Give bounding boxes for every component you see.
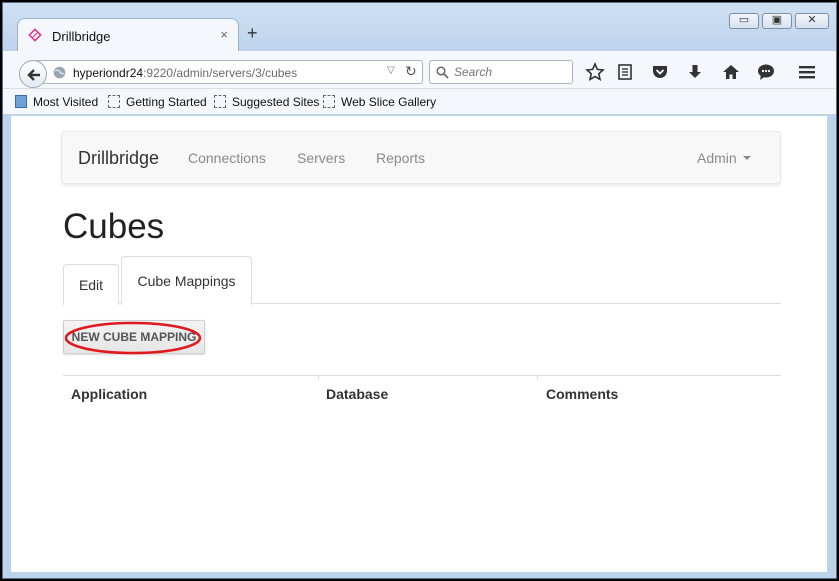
home-icon[interactable] xyxy=(721,62,741,82)
page-content: Drillbridge Connections Servers Reports … xyxy=(11,116,827,572)
bookmark-page-icon xyxy=(323,95,335,108)
column-separator xyxy=(537,376,538,380)
reload-icon[interactable]: ↻ xyxy=(405,63,417,80)
minimize-icon: ▭ xyxy=(738,14,750,26)
bookmark-page-icon xyxy=(108,95,120,108)
tab-close-icon[interactable]: × xyxy=(220,27,228,42)
search-box[interactable] xyxy=(429,60,573,84)
nav-reports[interactable]: Reports xyxy=(376,150,425,166)
maximize-icon: ▣ xyxy=(771,14,783,26)
tab-edit[interactable]: Edit xyxy=(63,264,119,305)
brand-link[interactable]: Drillbridge xyxy=(78,148,159,169)
url-dropdown-icon[interactable]: ▽ xyxy=(387,65,395,76)
column-separator xyxy=(318,376,319,380)
column-header-comments[interactable]: Comments xyxy=(546,386,618,402)
nav-admin-dropdown[interactable]: Admin xyxy=(697,150,751,166)
column-header-application[interactable]: Application xyxy=(71,386,147,402)
bookmark-label: Most Visited xyxy=(33,95,99,109)
tab-edit-label: Edit xyxy=(78,277,104,293)
url-bar[interactable]: hyperiondr24:9220/admin/servers/3/cubes … xyxy=(35,60,423,84)
back-arrow-icon xyxy=(27,69,40,81)
column-header-database[interactable]: Database xyxy=(326,386,388,402)
maximize-button[interactable]: ▣ xyxy=(762,13,792,29)
page-title: Cubes xyxy=(63,207,165,246)
bookmark-label: Getting Started xyxy=(126,95,207,109)
minimize-button[interactable]: ▭ xyxy=(729,13,759,29)
bookmark-getting-started[interactable]: Getting Started xyxy=(108,95,207,109)
app-navbar: Drillbridge Connections Servers Reports … xyxy=(61,131,781,184)
tab-strip: Drillbridge × + ▭ ▣ ✕ xyxy=(3,3,836,52)
url-host: hyperiondr24 xyxy=(73,66,144,80)
nav-servers[interactable]: Servers xyxy=(297,150,345,166)
bookmark-label: Suggested Sites xyxy=(232,95,320,109)
caret-down-icon xyxy=(742,156,751,160)
browser-window: Drillbridge × + ▭ ▣ ✕ hyperiondr24:9220/… xyxy=(2,2,837,579)
url-path: :9220/admin/servers/3/cubes xyxy=(143,66,298,80)
tab-bar: Edit Cube Mappings xyxy=(63,256,781,305)
tab-cube-mappings[interactable]: Cube Mappings xyxy=(121,256,252,305)
globe-icon xyxy=(53,66,66,79)
bookmark-star-icon[interactable] xyxy=(585,62,605,82)
reading-list-icon[interactable] xyxy=(615,62,635,82)
search-input[interactable] xyxy=(454,64,566,80)
tab-title: Drillbridge xyxy=(52,29,111,44)
url-text: hyperiondr24:9220/admin/servers/3/cubes xyxy=(73,66,297,80)
new-tab-icon[interactable]: + xyxy=(247,24,258,42)
most-visited-icon xyxy=(15,95,27,108)
bookmark-most-visited[interactable]: Most Visited xyxy=(15,95,98,109)
tab-cube-mappings-label: Cube Mappings xyxy=(137,273,236,289)
bookmark-web-slice-gallery[interactable]: Web Slice Gallery xyxy=(323,95,436,109)
cube-mappings-table: Application Database Comments xyxy=(63,375,781,415)
close-icon: ✕ xyxy=(807,14,817,26)
close-window-button[interactable]: ✕ xyxy=(795,13,829,29)
bookmarks-toolbar: Most Visited Getting Started Suggested S… xyxy=(3,89,836,115)
back-button[interactable] xyxy=(19,60,47,88)
new-cube-mapping-button[interactable]: NEW CUBE MAPPING xyxy=(63,320,205,354)
bookmark-label: Web Slice Gallery xyxy=(341,95,437,109)
nav-connections[interactable]: Connections xyxy=(188,150,266,166)
browser-tab[interactable]: Drillbridge × xyxy=(17,18,239,52)
bookmark-page-icon xyxy=(214,95,226,108)
search-icon xyxy=(436,66,449,79)
navigation-toolbar: hyperiondr24:9220/admin/servers/3/cubes … xyxy=(3,51,836,89)
nav-admin-label: Admin xyxy=(697,150,737,166)
bookmark-suggested-sites[interactable]: Suggested Sites xyxy=(214,95,319,109)
download-icon[interactable] xyxy=(685,62,705,82)
menu-icon[interactable] xyxy=(797,62,817,82)
drillbridge-favicon-icon xyxy=(28,28,42,42)
chat-icon[interactable] xyxy=(756,62,776,82)
pocket-icon[interactable] xyxy=(650,62,670,82)
